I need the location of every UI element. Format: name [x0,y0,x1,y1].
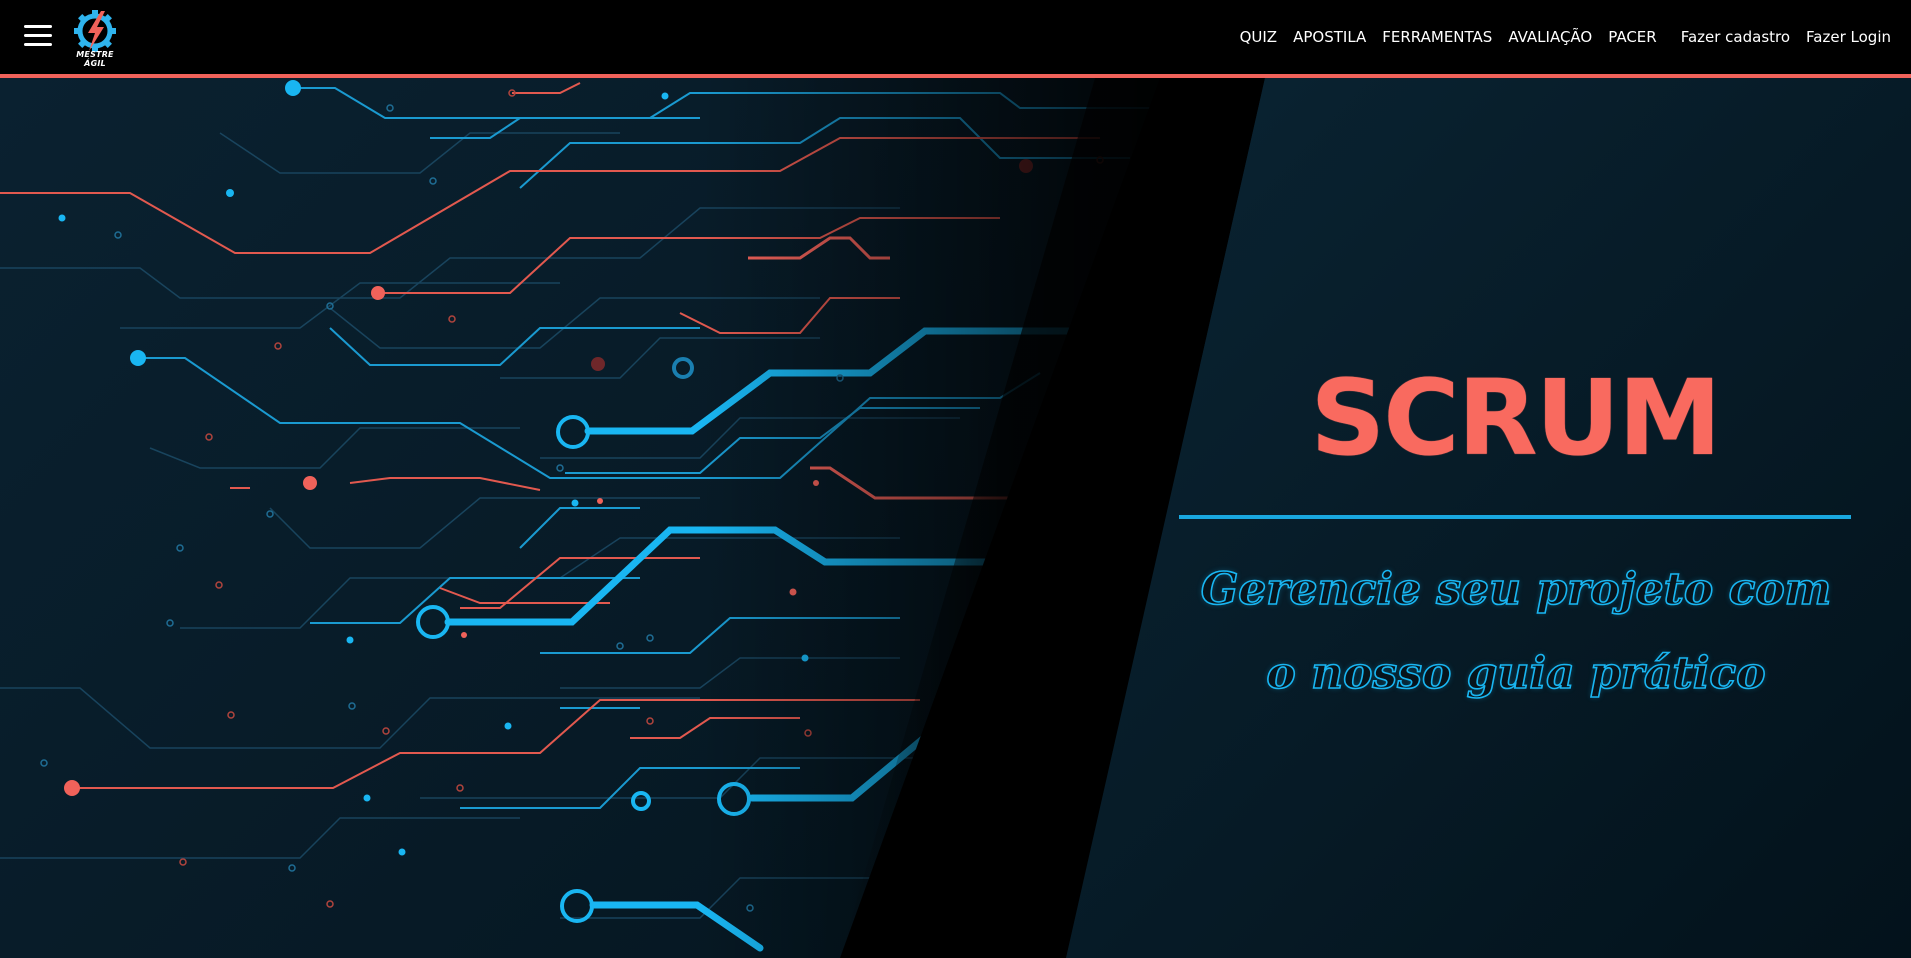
nav-avaliacao[interactable]: AVALIAÇÃO [1508,28,1592,46]
nav-quiz[interactable]: QUIZ [1240,28,1278,46]
logo-text: MESTRE ÁGIL [76,50,114,68]
header-accent-line [0,74,1911,78]
nav-fazer-cadastro[interactable]: Fazer cadastro [1681,28,1790,46]
logo[interactable]: MESTRE ÁGIL [64,10,126,68]
page: MESTRE ÁGIL QUIZ APOSTILA FERRAMENTAS AV… [0,0,1911,958]
hero-title: SCRUM [1310,357,1721,479]
main-nav: QUIZ APOSTILA FERRAMENTAS AVALIAÇÃO PACE… [1224,0,1891,74]
nav-apostila[interactable]: APOSTILA [1293,28,1366,46]
top-navbar: MESTRE ÁGIL QUIZ APOSTILA FERRAMENTAS AV… [0,0,1911,74]
gear-lightning-icon [74,10,116,52]
nav-pacer[interactable]: PACER [1608,28,1656,46]
hero-content: SCRUM Gerencie seu projeto com o nosso g… [0,78,1911,958]
hero-subtitle: Gerencie seu projeto com o nosso guia pr… [1200,563,1832,700]
hero-divider [1179,515,1851,519]
nav-ferramentas[interactable]: FERRAMENTAS [1382,28,1492,46]
nav-fazer-login[interactable]: Fazer Login [1806,28,1891,46]
hamburger-menu-icon[interactable] [24,22,52,48]
hero-section: SCRUM Gerencie seu projeto com o nosso g… [0,78,1911,958]
